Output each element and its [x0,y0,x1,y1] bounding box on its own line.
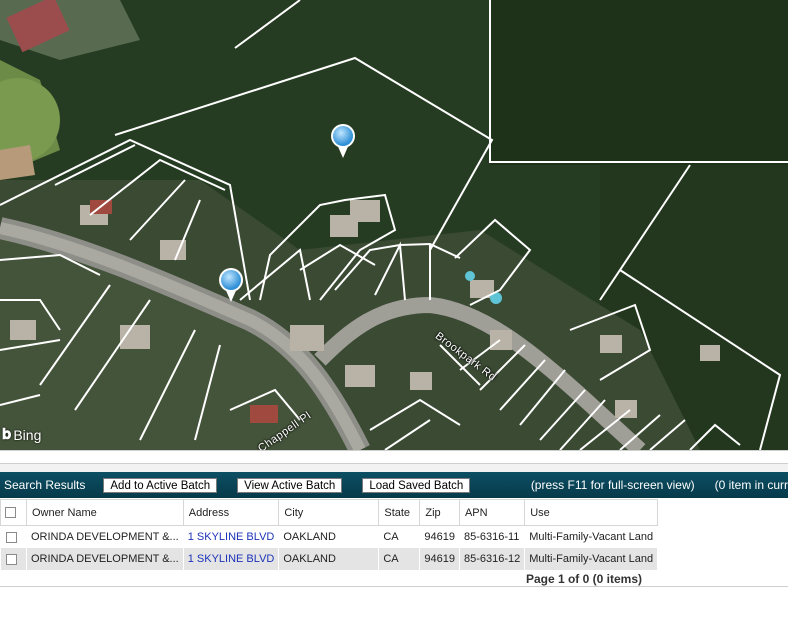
aerial-imagery [0,0,788,450]
bing-icon: 𝐛 [2,426,12,443]
load-saved-batch-button[interactable]: Load Saved Batch [362,477,471,493]
cell-zip: 94619 [419,548,460,570]
cell-apn: 85-6316-12 [458,548,525,570]
col-zip[interactable]: Zip [419,499,460,526]
cell-use: Multi-Family-Vacant Land [524,525,658,548]
map-view[interactable]: Brookpark Rd Chappell Pl 𝐛 Bing [0,0,788,450]
col-city[interactable]: City [278,499,380,526]
table-row[interactable]: ORINDA DEVELOPMENT &... 1 SKYLINE BLVD O… [0,548,658,570]
cell-city: OAKLAND [278,525,379,548]
cell-apn: 85-6316-11 [458,525,525,548]
col-state[interactable]: State [378,499,421,526]
col-apn[interactable]: APN [458,499,526,526]
bing-logo: 𝐛 Bing [2,426,42,443]
fullscreen-hint: (press F11 for full-screen view) [530,478,695,492]
row-checkbox[interactable] [6,531,17,543]
col-owner-name[interactable]: Owner Name [26,499,184,526]
item-count: (0 item in curr [714,478,788,492]
cell-zip: 94619 [419,525,460,548]
table-row[interactable]: ORINDA DEVELOPMENT &... 1 SKYLINE BLVD O… [0,525,658,548]
add-to-active-batch-button[interactable]: Add to Active Batch [103,477,218,493]
map-scroll-strip [0,450,788,464]
cell-state: CA [378,525,420,548]
cell-owner-name: ORINDA DEVELOPMENT &... [26,548,184,570]
results-title: Search Results [4,478,86,492]
select-all-checkbox[interactable] [5,507,16,519]
cell-use: Multi-Family-Vacant Land [524,548,658,570]
results-toolbar: Search Results Add to Active Batch View … [0,472,788,498]
col-address[interactable]: Address [182,499,280,526]
row-checkbox[interactable] [6,553,17,565]
results-table: Owner Name Address City State Zip APN Us… [0,499,658,570]
splitter[interactable] [0,464,788,472]
cell-state: CA [378,548,420,570]
cell-address-link[interactable]: 1 SKYLINE BLVD [182,525,279,548]
cell-city: OAKLAND [278,548,379,570]
pager-status: Page 1 of 0 (0 items) [525,572,642,586]
view-active-batch-button[interactable]: View Active Batch [237,477,343,493]
cell-address-link[interactable]: 1 SKYLINE BLVD [182,548,279,570]
table-header-row: Owner Name Address City State Zip APN Us… [0,499,658,526]
divider [0,586,788,587]
select-all-cell[interactable] [0,499,27,526]
cell-owner-name: ORINDA DEVELOPMENT &... [26,525,184,548]
col-use[interactable]: Use [524,499,658,526]
results-table-container: Owner Name Address City State Zip APN Us… [0,499,658,570]
